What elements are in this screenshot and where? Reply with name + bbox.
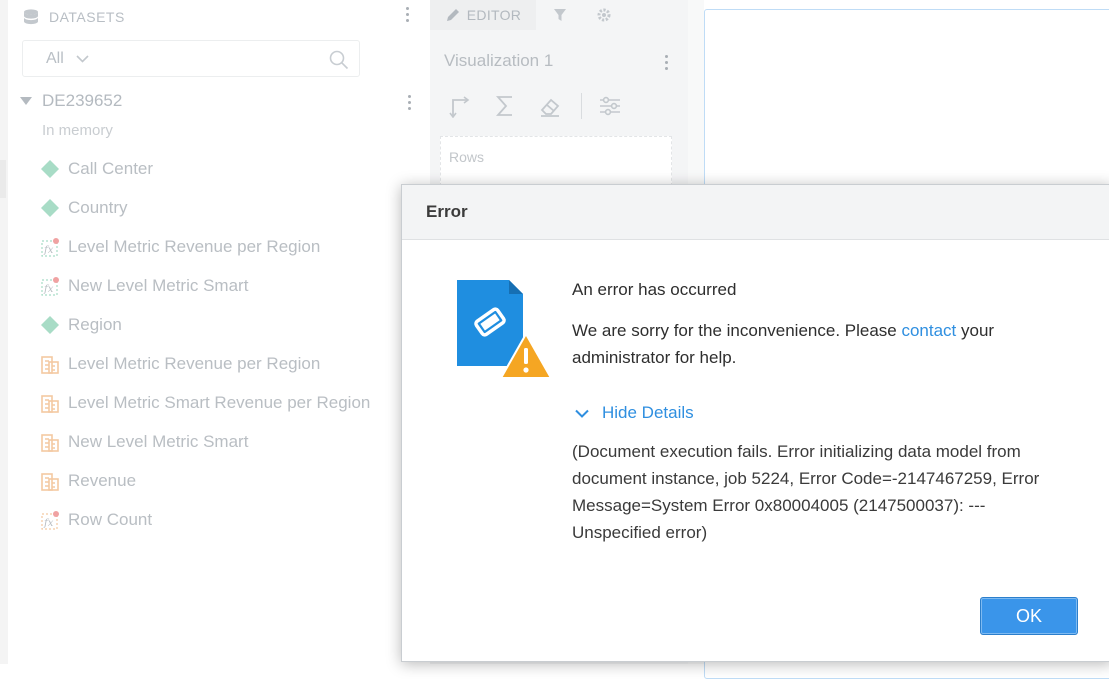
object-label: Level Metric Revenue per Region [68,237,321,256]
dataset-menu-icon[interactable] [406,95,412,110]
dataset-subtitle: In memory [42,122,113,139]
sliders-icon [600,96,620,116]
object-label: Region [68,315,122,334]
gear-icon [597,8,611,22]
pencil-icon [446,9,459,21]
tab-filter[interactable] [538,0,582,30]
collapse-triangle-icon[interactable] [20,97,32,105]
swap-axes-button[interactable] [446,92,474,120]
attribute-icon [41,160,59,178]
dataset-filter-value: All [46,50,64,67]
tab-editor-label: EDITOR [466,7,522,23]
object-label: Call Center [68,159,154,178]
datasets-header: DATASETS [22,6,125,28]
dataset-object-item[interactable]: Level Metric Revenue per Region [40,352,320,376]
rows-drop-zone[interactable]: Rows [440,136,672,186]
visualization-title: Visualization 1 [444,51,554,70]
datasets-menu-icon[interactable] [404,7,410,22]
svg-text:fx: fx [43,284,54,295]
metric-icon [41,473,59,491]
toolbar-divider [581,93,582,119]
left-edge-bar [0,0,8,664]
object-label: New Level Metric Smart [68,276,249,295]
filter-icon [554,9,566,21]
dialog-header: Error [402,185,1109,240]
left-edge-handle[interactable] [0,160,6,198]
datasets-panel: DATASETS All DE239652 In memory Call Cen… [8,0,430,664]
dataset-node[interactable]: DE239652 [20,91,122,111]
object-label: Revenue [68,471,137,490]
sigma-icon [495,96,512,116]
object-label: Level Metric Revenue per Region [68,354,321,373]
clear-button[interactable] [536,92,564,120]
editor-toolbar [446,92,641,120]
object-label: Row Count [68,510,153,529]
svg-text:fx: fx [43,245,54,256]
dataset-filter-search: All [22,40,360,77]
dataset-object-item[interactable]: Region [40,313,122,337]
editor-tabs: EDITOR [430,0,688,30]
totals-button[interactable] [491,92,519,120]
dataset-object-item[interactable]: New Level Metric Smart [40,430,248,454]
settings-button[interactable] [596,92,624,120]
visualization-menu-icon[interactable] [663,55,669,70]
formula-icon: fx [41,511,59,530]
hide-details-label: Hide Details [602,403,694,422]
chevron-down-icon [575,409,589,418]
dataset-name: DE239652 [42,91,123,110]
database-icon [24,9,38,25]
tab-editor[interactable]: EDITOR [430,0,536,30]
dialog-title: Error [426,202,468,221]
metric-icon [41,356,59,374]
rows-label: Rows [449,149,485,165]
derived-metric-icon: fx [41,238,59,257]
eraser-icon [540,98,560,117]
error-heading: An error has occurred [572,280,737,299]
contact-link[interactable]: contact [901,321,956,340]
error-details: (Document execution fails. Error initial… [572,442,1040,542]
datasets-title: DATASETS [49,9,125,25]
dataset-object-item[interactable]: Level Metric Smart Revenue per Region [40,391,370,415]
metric-icon [41,395,59,413]
attribute-icon [41,199,59,217]
dataset-object-item[interactable]: fx Level Metric Revenue per Region [40,235,320,259]
metric-icon [41,434,59,452]
error-message-text: We are sorry for the inconvenience. Plea… [572,321,902,340]
derived-metric-icon: fx [41,277,59,296]
hide-details-toggle[interactable]: Hide Details [575,403,694,423]
tab-format[interactable] [582,0,626,30]
dataset-object-item[interactable]: Call Center [40,157,153,181]
error-message: We are sorry for the inconvenience. Plea… [572,317,1052,371]
dataset-object-item[interactable]: fx Row Count [40,508,152,532]
ok-button[interactable]: OK [980,597,1078,635]
error-dialog: Error An error has occurred We are sorry… [401,184,1109,662]
object-label: Country [68,198,128,217]
search-icon[interactable] [329,50,349,70]
object-label: Level Metric Smart Revenue per Region [68,393,371,412]
dataset-filter-select[interactable]: All [46,50,89,68]
document-warning-icon [457,280,553,379]
attribute-icon [41,316,59,334]
swap-axes-icon [449,96,470,118]
svg-text:fx: fx [43,518,54,529]
object-label: New Level Metric Smart [68,432,249,451]
dataset-object-item[interactable]: fx New Level Metric Smart [40,274,248,298]
dataset-object-item[interactable]: Country [40,196,128,220]
chevron-down-icon [76,55,89,63]
dataset-object-item[interactable]: Revenue [40,469,136,493]
